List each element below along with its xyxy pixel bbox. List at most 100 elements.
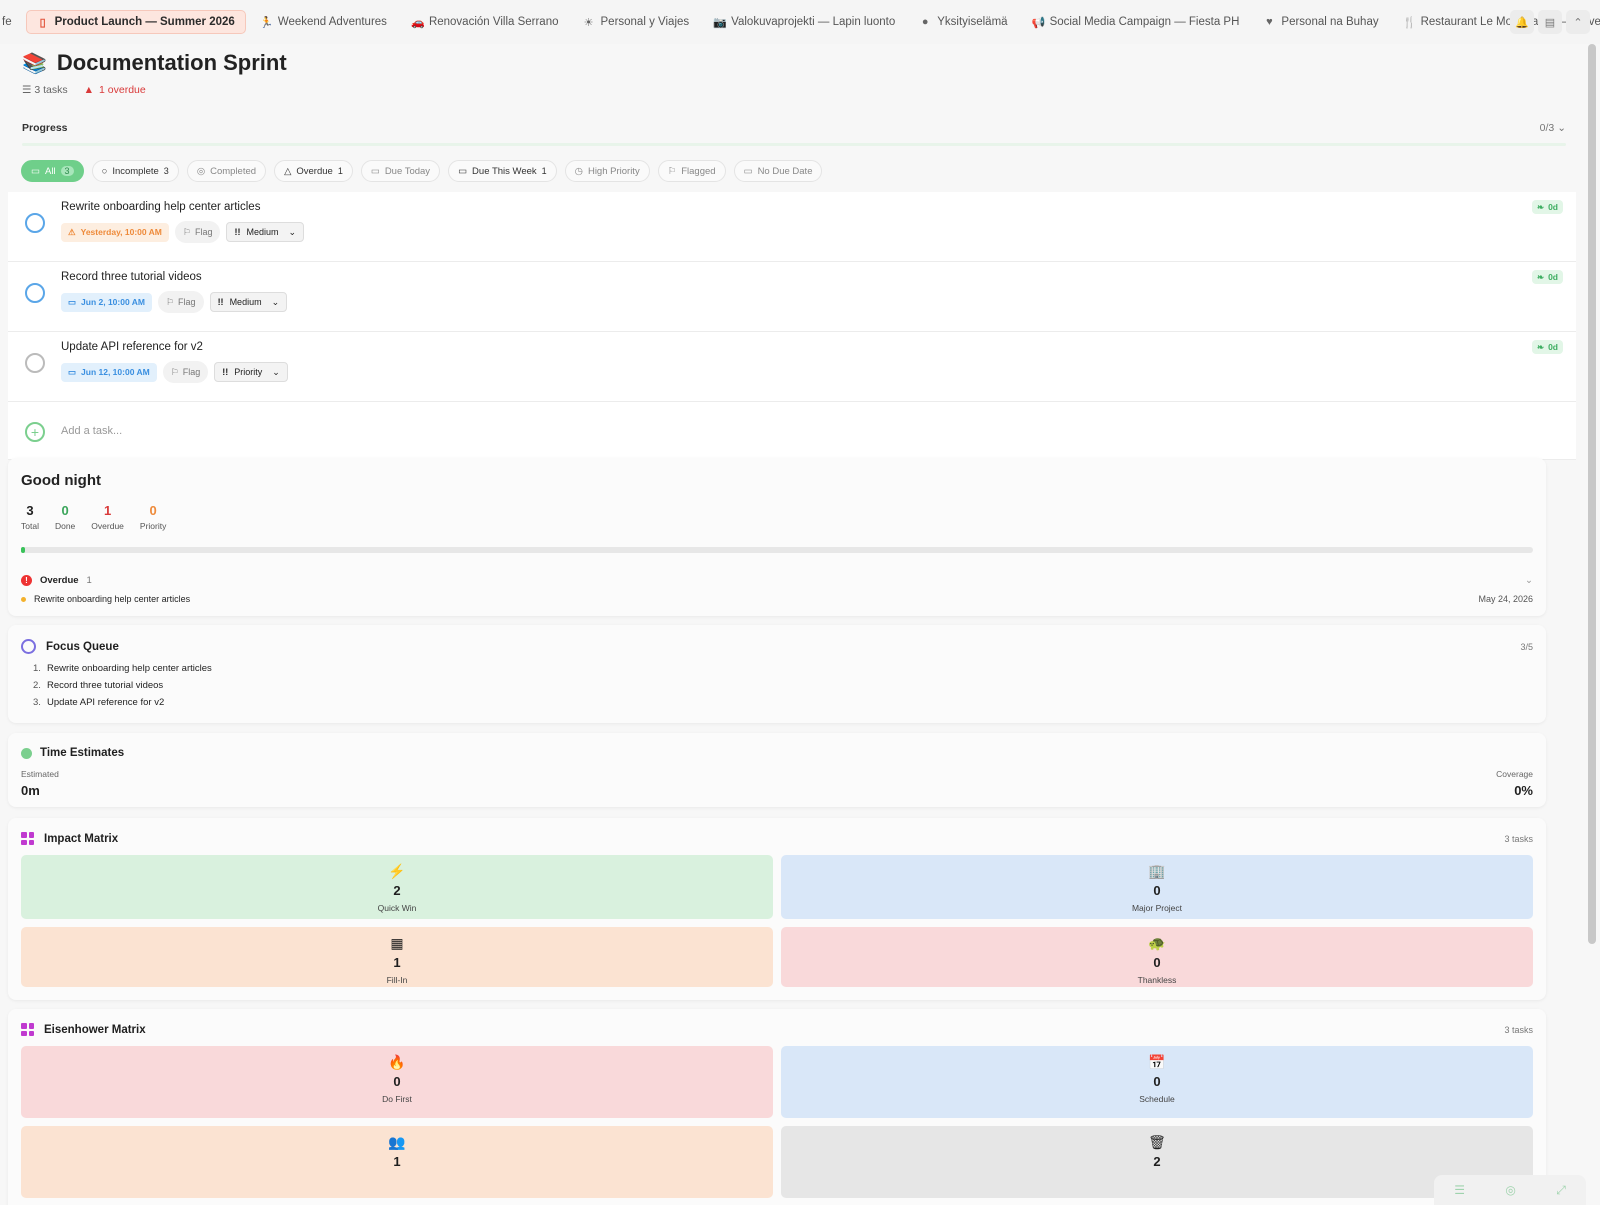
add-task-input[interactable]: Add a task... xyxy=(61,425,122,437)
tab-icon: ♥ xyxy=(1266,16,1273,28)
tab-1[interactable]: ▯ Product Launch — Summer 2026 xyxy=(25,10,246,34)
chevron-down-icon[interactable]: ⌄ xyxy=(1557,122,1566,134)
tab-5[interactable]: 📷 Valokuvaprojekti — Lapin luonto xyxy=(703,10,905,34)
filter-due-today[interactable]: ▭ Due Today xyxy=(360,160,441,182)
tab-4[interactable]: ☀ Personal y Viajes xyxy=(573,10,700,34)
age-badge: ❧ 0d xyxy=(1531,200,1563,214)
focus-queue-item[interactable]: 1. Rewrite onboarding help center article… xyxy=(33,663,1533,674)
quadrant-label: Major Project xyxy=(1131,903,1183,913)
quadrant-icon: 🗑 xyxy=(1148,1134,1166,1150)
filter-icon: ○ xyxy=(101,165,108,177)
bullet-icon xyxy=(21,597,26,603)
list-icon[interactable]: ☰ xyxy=(1454,1183,1465,1197)
chevron-down-icon: ⌄ xyxy=(272,366,280,377)
flag-button[interactable]: ⚐ Flag xyxy=(162,361,209,383)
due-date-chip[interactable]: ▭ Jun 2, 10:00 AM xyxy=(61,292,152,312)
progress-label: Progress xyxy=(22,122,68,134)
stat-value: 0 xyxy=(149,503,157,518)
task-title[interactable]: Update API reference for v2 xyxy=(61,341,203,353)
complete-checkbox[interactable] xyxy=(25,213,45,233)
tab-0[interactable]: fe xyxy=(0,10,22,34)
quadrant-major-project[interactable]: 🏢 0 Major Project xyxy=(781,855,1533,919)
leaf-icon[interactable]: ◎ xyxy=(1505,1183,1515,1197)
stat-value: 1 xyxy=(103,503,112,518)
quadrant-quick-win[interactable]: ⚡ 2 Quick Win xyxy=(21,855,773,919)
flag-label: Flag xyxy=(178,297,196,307)
chevron-down-icon[interactable]: ⌄ xyxy=(1525,575,1533,586)
filter-overdue[interactable]: △ Overdue 1 xyxy=(274,160,353,182)
focus-queue-item[interactable]: 3. Update API reference for v2 xyxy=(33,697,1533,708)
due-date-chip[interactable]: ▭ Jun 12, 10:00 AM xyxy=(61,362,157,382)
quadrant-icon: ⚡ xyxy=(388,863,406,879)
filter-high-priority[interactable]: ◷ High Priority xyxy=(564,160,650,182)
priority-select[interactable]: !! Medium ⌄ xyxy=(226,222,305,242)
tab-7[interactable]: 📢 Social Media Campaign — Fiesta PH xyxy=(1022,10,1250,34)
overdue-section-header[interactable]: ! Overdue 1 ⌄ xyxy=(21,575,1533,586)
due-date-chip[interactable]: ⚠ Yesterday, 10:00 AM xyxy=(61,222,169,242)
quadrant-3[interactable]: 🗑 2 xyxy=(781,1126,1533,1198)
overdue-count: ▲ 1 overdue xyxy=(83,84,146,96)
calendar-icon: ▭ xyxy=(68,296,77,307)
filter-no-due-date[interactable]: ▭ No Due Date xyxy=(733,160,823,182)
filter-count: 1 xyxy=(337,166,343,176)
filter-completed[interactable]: ◎ Completed xyxy=(186,160,267,182)
flag-button[interactable]: ⚐ Flag xyxy=(174,221,221,243)
flag-icon: ⚐ xyxy=(165,296,175,307)
quadrant-label: Schedule xyxy=(1139,1094,1175,1104)
task-meta: ▭ Jun 2, 10:00 AM ⚐ Flag!! Medium ⌄ xyxy=(61,291,288,313)
eisenhower-matrix-grid: 🔥 0 Do First 📅 0 Schedule 👥 1 🗑 2 xyxy=(21,1046,1533,1198)
filter-flagged[interactable]: ⚐ Flagged xyxy=(657,160,726,182)
focus-queue-count: 3/5 xyxy=(1520,641,1533,652)
add-icon[interactable]: + xyxy=(25,422,45,442)
bell-icon[interactable]: 🔔 xyxy=(1510,10,1534,34)
complete-checkbox[interactable] xyxy=(25,283,45,303)
leaf-icon: ❧ xyxy=(1536,201,1545,212)
chevron-down-icon: ⌄ xyxy=(271,296,280,307)
tab-label: Valokuvaprojekti — Lapin luonto xyxy=(731,16,896,28)
focus-queue-item[interactable]: 2. Record three tutorial videos xyxy=(33,680,1533,691)
task-row[interactable]: Record three tutorial videos ▭ Jun 2, 10:0… xyxy=(8,262,1576,332)
progress-section[interactable]: Progress 0/3 ⌄ xyxy=(8,110,1580,158)
quadrant-icon: 📅 xyxy=(1148,1054,1166,1070)
quadrant-fill-in[interactable]: ▦ 1 Fill-In xyxy=(21,927,773,987)
age-value: 0d xyxy=(1548,202,1558,212)
scrollbar[interactable] xyxy=(1588,44,1596,944)
alert-icon: ! xyxy=(21,575,32,586)
task-title[interactable]: Record three tutorial videos xyxy=(61,271,202,283)
priority-select[interactable]: !! Medium ⌄ xyxy=(209,292,288,312)
filter-incomplete[interactable]: ○ Incomplete 3 xyxy=(91,160,179,182)
quadrant-do-first[interactable]: 🔥 0 Do First xyxy=(21,1046,773,1118)
task-row[interactable]: Rewrite onboarding help center articles ⚠… xyxy=(8,192,1576,262)
flag-icon: ⚐ xyxy=(182,226,191,237)
quadrant-label: Thankless xyxy=(1137,975,1177,985)
quadrant-icon: ▦ xyxy=(390,935,404,951)
flag-button[interactable]: ⚐ Flag xyxy=(157,291,204,313)
priority-value: Medium xyxy=(246,227,279,237)
tab-3[interactable]: 🚗 Renovación Villa Serrano xyxy=(401,10,569,34)
tab-label: Weekend Adventures xyxy=(277,16,387,28)
quadrant-icon: 🏢 xyxy=(1148,863,1166,879)
task-title[interactable]: Rewrite onboarding help center articles xyxy=(61,201,260,213)
filter-all[interactable]: ▭ All 3 xyxy=(21,160,84,182)
priority-select[interactable]: !! Priority ⌄ xyxy=(214,362,288,382)
page-title[interactable]: Documentation Sprint xyxy=(57,50,287,76)
overdue-item[interactable]: Rewrite onboarding help center articles … xyxy=(21,594,1533,604)
add-task-row[interactable]: + Add a task... xyxy=(8,402,1576,460)
quadrant-thankless[interactable]: 🐢 0 Thankless xyxy=(781,927,1533,987)
tab-icon: ▯ xyxy=(39,16,46,29)
priority-value: Medium xyxy=(229,297,262,307)
chevron-up-icon[interactable]: ⌃ xyxy=(1566,10,1590,34)
quadrant-label: Fill-In xyxy=(386,975,408,985)
expand-icon[interactable]: ⤢ xyxy=(1556,1183,1566,1198)
tab-2[interactable]: 🏃 Weekend Adventures xyxy=(250,10,397,34)
filter-due-this-week[interactable]: ▭ Due This Week 1 xyxy=(448,160,557,182)
quadrant-schedule[interactable]: 📅 0 Schedule xyxy=(781,1046,1533,1118)
task-row[interactable]: Update API reference for v2 ▭ Jun 12, 10:0… xyxy=(8,332,1576,402)
quadrant-2[interactable]: 👥 1 xyxy=(21,1126,773,1198)
tab-8[interactable]: ♥ Personal na Buhay xyxy=(1253,10,1388,34)
tab-icon: ● xyxy=(921,16,929,28)
tab-6[interactable]: ● Yksityiselämä xyxy=(909,10,1017,34)
complete-checkbox[interactable] xyxy=(25,353,45,373)
panel-icon[interactable]: ▤ xyxy=(1538,10,1562,34)
flag-label: Flag xyxy=(194,227,213,237)
